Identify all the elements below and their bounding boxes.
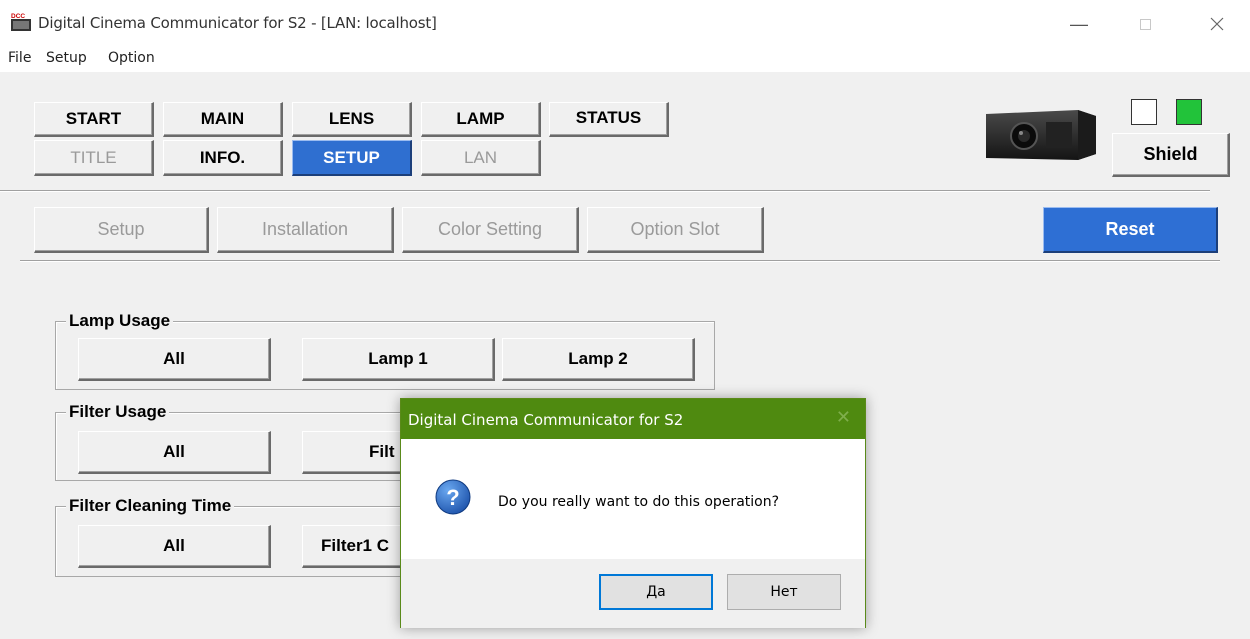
- menu-bar: File Setup Option: [0, 46, 1250, 72]
- subtab-setup[interactable]: Setup: [34, 207, 209, 253]
- svg-text:?: ?: [446, 485, 459, 510]
- tab-lens[interactable]: LENS: [292, 102, 412, 137]
- close-window-button[interactable]: [1194, 8, 1240, 40]
- subtab-color-setting[interactable]: Color Setting: [402, 207, 579, 253]
- menu-setup[interactable]: Setup: [46, 50, 87, 66]
- app-icon: DCC: [11, 13, 31, 31]
- filter-usage-label: Filter Usage: [66, 402, 170, 422]
- window-title: Digital Cinema Communicator for S2 - [LA…: [38, 14, 437, 32]
- tab-status[interactable]: STATUS: [549, 102, 669, 137]
- filter-cleaning-time-label: Filter Cleaning Time: [66, 496, 235, 516]
- maximize-icon: [1139, 18, 1151, 30]
- filter-usage-all-button[interactable]: All: [78, 431, 271, 474]
- filter-cleaning-all-button[interactable]: All: [78, 525, 271, 568]
- tab-setup[interactable]: SETUP: [292, 140, 412, 176]
- yes-button[interactable]: Да: [599, 574, 713, 610]
- question-icon: ?: [435, 479, 471, 515]
- status-indicator-green: [1176, 99, 1202, 125]
- close-icon: [1210, 17, 1224, 31]
- minimize-button[interactable]: —: [1056, 8, 1102, 40]
- separator-top: [0, 190, 1210, 192]
- tab-main[interactable]: MAIN: [163, 102, 283, 137]
- no-button[interactable]: Нет: [727, 574, 841, 610]
- tab-lan[interactable]: LAN: [421, 140, 541, 176]
- shield-button[interactable]: Shield: [1112, 133, 1230, 177]
- subtab-installation[interactable]: Installation: [217, 207, 394, 253]
- tab-lamp[interactable]: LAMP: [421, 102, 541, 137]
- dialog-footer: Да Нет: [401, 559, 865, 628]
- tab-start[interactable]: START: [34, 102, 154, 137]
- lamp1-button[interactable]: Lamp 1: [302, 338, 495, 381]
- maximize-button[interactable]: [1122, 8, 1168, 40]
- tab-info[interactable]: INFO.: [163, 140, 283, 176]
- reset-button[interactable]: Reset: [1043, 207, 1218, 253]
- app-window: DCC Digital Cinema Communicator for S2 -…: [0, 0, 1250, 639]
- status-indicator-white: [1131, 99, 1157, 125]
- dialog-title: Digital Cinema Communicator for S2: [408, 411, 684, 429]
- dialog-message: Do you really want to do this operation?: [498, 494, 780, 510]
- minimize-icon: —: [1070, 13, 1088, 34]
- dialog-close-icon[interactable]: ✕: [836, 407, 851, 428]
- menu-option[interactable]: Option: [108, 50, 155, 66]
- lamp-usage-label: Lamp Usage: [66, 311, 174, 331]
- dialog-title-bar: Digital Cinema Communicator for S2 ✕: [401, 399, 865, 439]
- projector-icon: [986, 110, 1096, 160]
- lamp2-button[interactable]: Lamp 2: [502, 338, 695, 381]
- subtab-option-slot[interactable]: Option Slot: [587, 207, 764, 253]
- menu-file[interactable]: File: [8, 50, 31, 66]
- lamp-usage-all-button[interactable]: All: [78, 338, 271, 381]
- app-icon-text: DCC: [11, 13, 25, 20]
- tab-title[interactable]: TITLE: [34, 140, 154, 176]
- title-bar: DCC Digital Cinema Communicator for S2 -…: [0, 0, 1250, 46]
- separator-middle: [20, 260, 1220, 262]
- confirm-dialog: Digital Cinema Communicator for S2 ✕ ? D…: [400, 398, 866, 628]
